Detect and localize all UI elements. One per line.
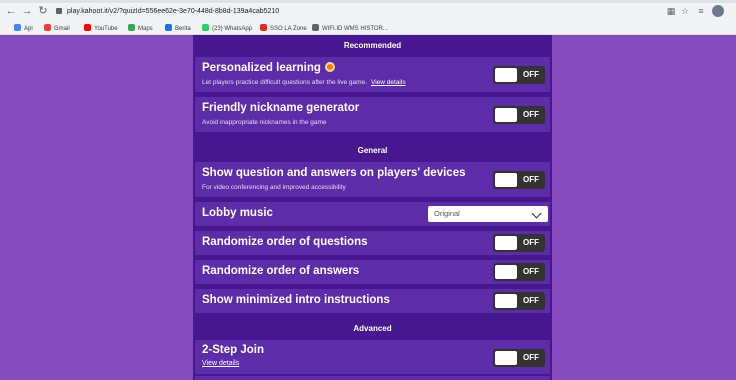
setting-title: Randomize order of questions [202,236,368,248]
two-step-join-toggle[interactable]: OFF [493,349,545,367]
apps-icon [14,24,21,31]
view-details-link[interactable]: View details [202,360,239,367]
setting-title: Show question and answers on players' de… [202,167,466,179]
toggle-knob [495,173,517,187]
setting-personalized-learning: Personalized learning Let players practi… [195,57,550,92]
translate-icon[interactable]: ▦ [664,4,678,18]
setting-title: Personalized learning [202,62,335,74]
setting-description: Avoid inappropriate nicknames in the gam… [202,119,327,126]
toggle-knob [495,108,517,122]
randomize-answers-toggle[interactable]: OFF [493,263,545,281]
lock-icon [56,8,62,15]
bookmark-star-icon[interactable]: ☆ [678,4,692,18]
toggle-knob [495,236,517,250]
youtube-icon [84,24,91,31]
toggle-knob [495,294,517,308]
bookmark-maps[interactable]: Maps [128,24,153,33]
show-questions-toggle[interactable]: OFF [493,171,545,189]
bookmark-wifi[interactable]: WIFI.ID WMS HISTOR... [312,24,388,33]
setting-title: Randomize order of answers [202,265,360,277]
setting-randomize-answers: Randomize order of answers OFF [195,260,550,284]
toggle-knob [495,68,517,82]
profile-avatar[interactable] [712,5,724,17]
nickname-generator-toggle[interactable]: OFF [493,106,545,124]
setting-lobby-music: Lobby music Original [195,202,550,226]
sso-icon [260,24,267,31]
lobby-music-select[interactable]: Original [428,206,548,222]
bookmark-berita[interactable]: Berita [165,24,191,33]
section-advanced: Advanced [193,320,552,338]
extensions-icon[interactable]: ≡ [694,4,708,18]
setting-title: Show minimized intro instructions [202,294,390,306]
randomize-questions-toggle[interactable]: OFF [493,234,545,252]
setting-randomize-questions: Randomize order of questions OFF [195,231,550,255]
gmail-icon [44,24,51,31]
forward-icon[interactable]: → [20,4,34,18]
browser-chrome: ← → ↻ play.kahoot.it/v2/?quizId=556ee62e… [0,0,736,35]
bookmark-youtube[interactable]: YouTube [84,24,118,33]
section-recommended: Recommended [193,37,552,55]
personalized-learning-toggle[interactable]: OFF [493,66,545,84]
bookmarks-bar: Apl Gmail YouTube Maps Berita (23) Whats… [0,22,736,35]
globe-icon [312,24,319,31]
setting-description: For video conferencing and improved acce… [202,184,346,191]
toggle-knob [495,265,517,279]
chevron-down-icon [531,208,542,219]
reload-icon[interactable]: ↻ [36,4,50,18]
url-text: play.kahoot.it/v2/?quizId=556ee62e-3e70-… [67,8,280,15]
setting-minimized-intro: Show minimized intro instructions OFF [195,289,550,313]
section-general: General [193,142,552,160]
minimized-intro-toggle[interactable]: OFF [493,292,545,310]
bookmark-apps[interactable]: Apl [14,24,33,33]
setting-two-step-join: 2-Step Join View details OFF [195,340,550,374]
setting-title: Lobby music [202,207,273,219]
setting-next-partial [195,376,550,380]
setting-title: 2-Step Join [202,344,264,356]
bookmark-sso[interactable]: SSO LA Zone [260,24,307,33]
settings-page: Recommended Personalized learning Let pl… [0,35,736,380]
setting-description: Let players practice difficult questions… [202,79,406,86]
setting-title: Friendly nickname generator [202,102,360,114]
address-row: ← → ↻ play.kahoot.it/v2/?quizId=556ee62e… [0,3,736,21]
bookmark-gmail[interactable]: Gmail [44,24,70,33]
whatsapp-icon [202,24,209,31]
address-bar[interactable]: play.kahoot.it/v2/?quizId=556ee62e-3e70-… [56,4,668,20]
bookmark-whatsapp[interactable]: (23) WhatsApp [202,24,252,33]
setting-show-questions: Show question and answers on players' de… [195,162,550,197]
view-details-link[interactable]: View details [371,79,406,86]
new-badge-icon [324,62,335,72]
news-icon [165,24,172,31]
setting-nickname-generator: Friendly nickname generator Avoid inappr… [195,97,550,132]
back-icon[interactable]: ← [4,4,18,18]
toggle-knob [495,351,517,365]
maps-icon [128,24,135,31]
